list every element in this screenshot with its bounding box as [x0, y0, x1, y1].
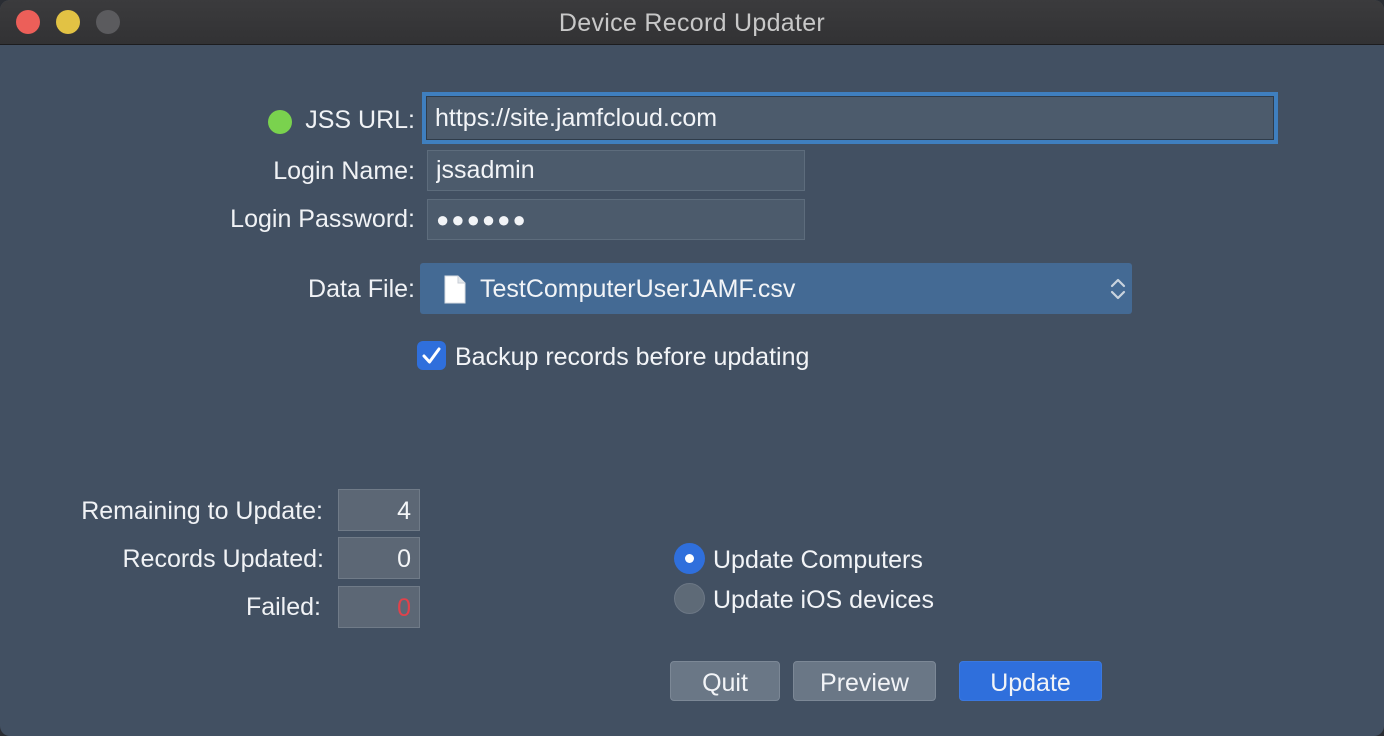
title-bar: Device Record Updater [0, 0, 1384, 45]
update-computers-label[interactable]: Update Computers [713, 546, 923, 575]
checkmark-icon [422, 347, 441, 364]
failed-count: 0 [338, 586, 420, 628]
update-button[interactable]: Update [959, 661, 1102, 701]
login-name-input[interactable] [427, 150, 805, 191]
preview-button[interactable]: Preview [793, 661, 936, 701]
records-updated-count: 0 [338, 537, 420, 579]
login-name-label: Login Name: [273, 157, 415, 185]
update-computers-radio[interactable] [674, 543, 705, 574]
data-file-selected: TestComputerUserJAMF.csv [480, 275, 796, 303]
quit-button[interactable]: Quit [670, 661, 780, 701]
backup-checkbox[interactable] [417, 341, 446, 370]
chevron-updown-icon [1110, 278, 1126, 300]
window-title: Device Record Updater [558, 9, 826, 37]
data-file-popup[interactable]: TestComputerUserJAMF.csv [420, 263, 1132, 314]
login-password-label: Login Password: [230, 205, 415, 233]
records-updated-label: Records Updated: [122, 545, 324, 573]
document-icon [444, 275, 466, 304]
jss-url-input[interactable] [426, 96, 1274, 140]
jss-url-label: JSS URL: [305, 106, 415, 134]
connection-status-icon [268, 110, 292, 134]
update-ios-radio[interactable] [674, 583, 705, 614]
remaining-label: Remaining to Update: [81, 497, 323, 525]
app-window: Device Record Updater JSS URL: Login Nam… [0, 0, 1384, 736]
login-password-input[interactable] [427, 199, 805, 240]
backup-checkbox-label: Backup records before updating [455, 343, 810, 371]
update-ios-label[interactable]: Update iOS devices [713, 586, 934, 615]
data-file-label: Data File: [308, 275, 415, 303]
failed-label: Failed: [245, 593, 321, 621]
remaining-count: 4 [338, 489, 420, 531]
